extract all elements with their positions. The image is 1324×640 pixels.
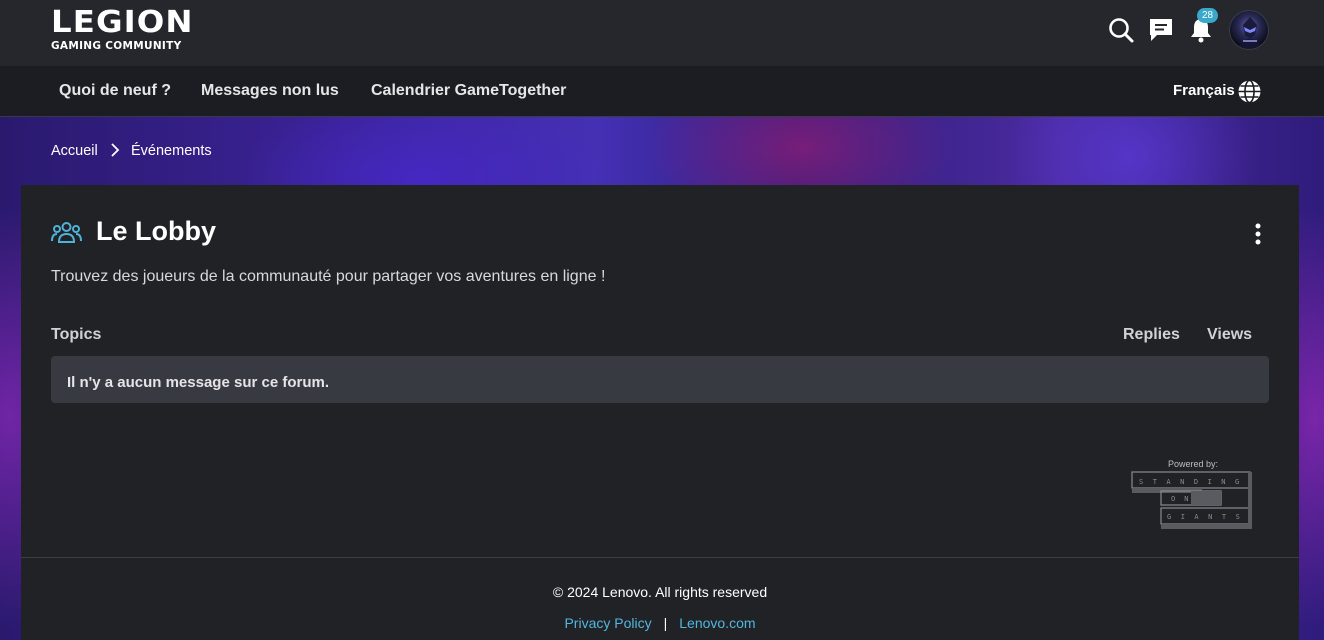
column-replies: Replies bbox=[1123, 326, 1180, 343]
globe-icon[interactable] bbox=[1237, 79, 1262, 104]
footer-links: Privacy Policy | Lenovo.com bbox=[0, 615, 1320, 631]
footer-separator: | bbox=[663, 615, 668, 631]
board-card bbox=[21, 185, 1299, 640]
nav-whats-new[interactable]: Quoi de neuf ? bbox=[59, 82, 171, 100]
privacy-policy-link[interactable]: Privacy Policy bbox=[564, 615, 651, 631]
standing-on-giants-logo[interactable]: STANDING ON GIANTS bbox=[1131, 458, 1253, 532]
main-nav: Quoi de neuf ? Messages non lus Calendri… bbox=[0, 66, 1324, 117]
more-options-icon[interactable] bbox=[1250, 222, 1266, 246]
logo-subtitle: GAMING COMMUNITY bbox=[51, 40, 182, 52]
lenovo-com-link[interactable]: Lenovo.com bbox=[679, 615, 755, 631]
empty-message-row: Il n'y a aucun message sur ce forum. bbox=[51, 356, 1269, 403]
column-topics: Topics bbox=[51, 326, 102, 343]
board-title: Le Lobby bbox=[96, 216, 216, 246]
footer-divider bbox=[21, 557, 1299, 558]
language-selector[interactable]: Français bbox=[1173, 82, 1235, 99]
top-header: LEGION GAMING COMMUNITY 28 bbox=[0, 0, 1324, 66]
breadcrumb-home[interactable]: Accueil bbox=[51, 143, 98, 159]
board-description: Trouvez des joueurs de la communauté pou… bbox=[51, 268, 606, 285]
notification-badge: 28 bbox=[1197, 8, 1218, 23]
users-group-icon bbox=[51, 222, 82, 243]
breadcrumb-current[interactable]: Événements bbox=[131, 143, 212, 159]
logo-wordmark: LEGION bbox=[51, 5, 194, 40]
empty-message: Il n'y a aucun message sur ce forum. bbox=[67, 374, 329, 391]
messages-icon[interactable] bbox=[1147, 16, 1175, 44]
svg-text:GIANTS: GIANTS bbox=[1167, 513, 1249, 521]
search-icon[interactable] bbox=[1107, 16, 1135, 44]
nav-unread-messages[interactable]: Messages non lus bbox=[201, 82, 339, 100]
copyright-text: © 2024 Lenovo. All rights reserved bbox=[552, 584, 768, 600]
column-views: Views bbox=[1207, 326, 1253, 343]
avatar[interactable] bbox=[1229, 10, 1269, 50]
nav-gametogether-calendar[interactable]: Calendrier GameTogether bbox=[371, 82, 566, 100]
svg-text:STANDING: STANDING bbox=[1139, 478, 1249, 486]
legion-logo[interactable]: LEGION GAMING COMMUNITY bbox=[51, 8, 192, 53]
svg-text:ON: ON bbox=[1171, 495, 1197, 503]
chevron-right-icon bbox=[111, 143, 120, 157]
